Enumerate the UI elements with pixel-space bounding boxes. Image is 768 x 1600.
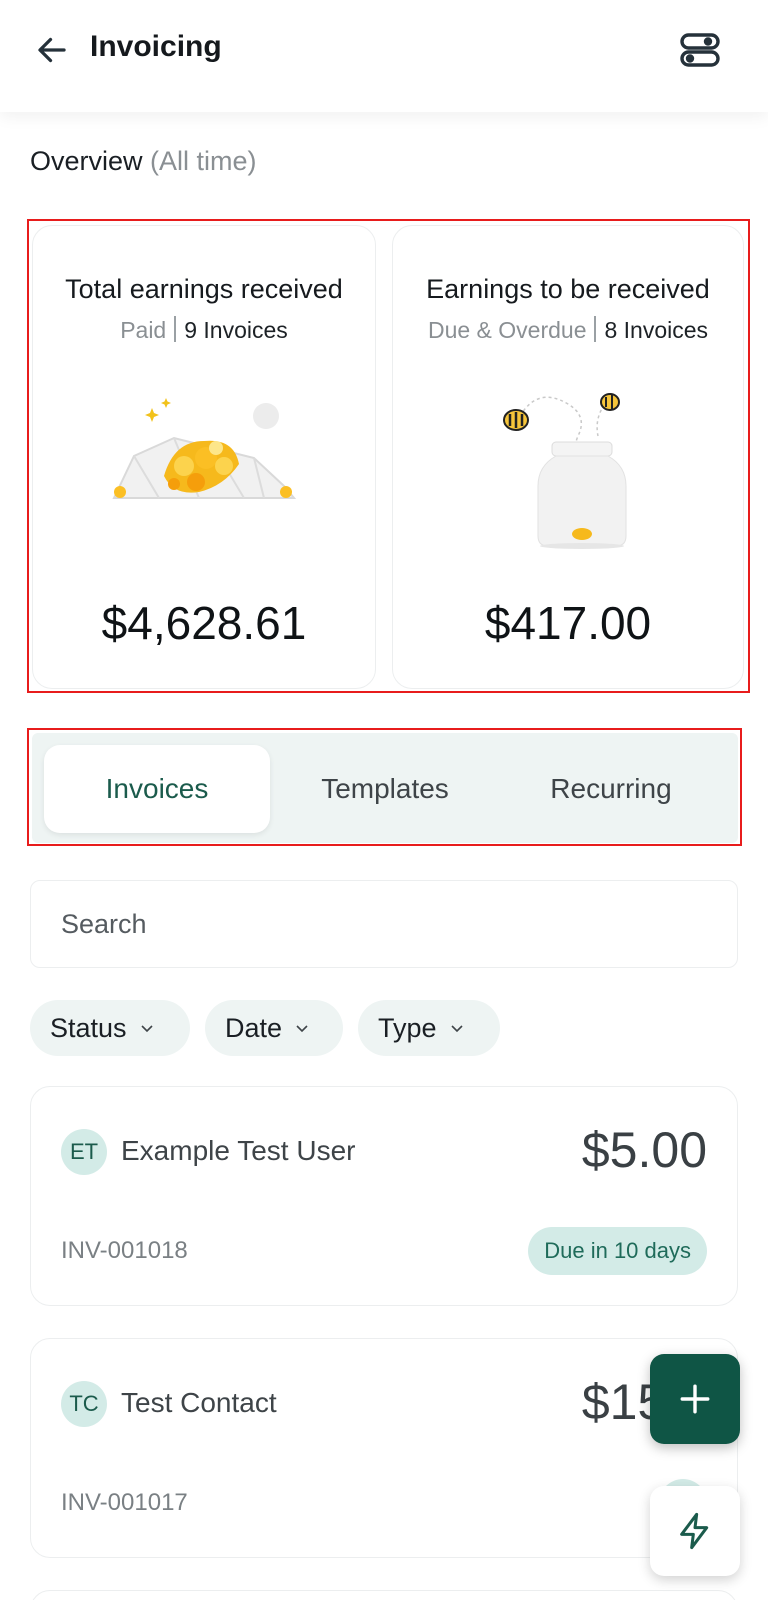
invoice-number: INV-001018 xyxy=(61,1237,188,1264)
settings-button[interactable] xyxy=(676,26,724,74)
back-button[interactable] xyxy=(30,28,74,72)
highlight-box-tabs xyxy=(27,728,742,846)
chevron-down-icon xyxy=(296,1025,308,1033)
page-title: Invoicing xyxy=(90,30,222,63)
avatar: ET xyxy=(61,1129,107,1175)
avatar: TC xyxy=(61,1381,107,1427)
app-bar: Invoicing xyxy=(0,0,768,112)
arrow-left-icon xyxy=(38,37,66,63)
invoice-card[interactable] xyxy=(30,1590,738,1600)
invoice-card[interactable]: ET Example Test User $5.00 INV-001018 Du… xyxy=(30,1086,738,1306)
filter-type[interactable]: Type xyxy=(358,1000,500,1056)
highlight-box-cards xyxy=(27,219,750,693)
filter-status[interactable]: Status xyxy=(30,1000,190,1056)
chevron-down-icon xyxy=(140,1025,153,1033)
overview-label: Overview xyxy=(30,146,143,176)
quick-action-button[interactable] xyxy=(650,1486,740,1576)
chevron-down-icon xyxy=(450,1025,463,1033)
toggles-icon xyxy=(680,33,720,67)
invoice-card[interactable]: TC Test Contact $15.0 INV-001017 D xyxy=(30,1338,738,1558)
filter-label: Type xyxy=(378,1012,437,1043)
invoice-amount: $5.00 xyxy=(581,1122,707,1178)
plus-icon xyxy=(680,1384,710,1414)
contact-name: Test Contact xyxy=(121,1387,277,1418)
filter-date[interactable]: Date xyxy=(205,1000,343,1056)
search-input[interactable] xyxy=(31,881,737,967)
overview-heading: Overview (All time) xyxy=(30,146,257,177)
filter-label: Status xyxy=(50,1012,127,1043)
filter-label: Date xyxy=(225,1012,283,1043)
invoice-number: INV-001017 xyxy=(61,1489,188,1516)
contact-name: Example Test User xyxy=(121,1135,356,1166)
search-box xyxy=(30,880,738,968)
status-badge: Due in 10 days xyxy=(528,1227,707,1275)
add-invoice-button[interactable] xyxy=(650,1354,740,1444)
overview-period: (All time) xyxy=(150,146,257,176)
lightning-icon xyxy=(680,1512,709,1550)
